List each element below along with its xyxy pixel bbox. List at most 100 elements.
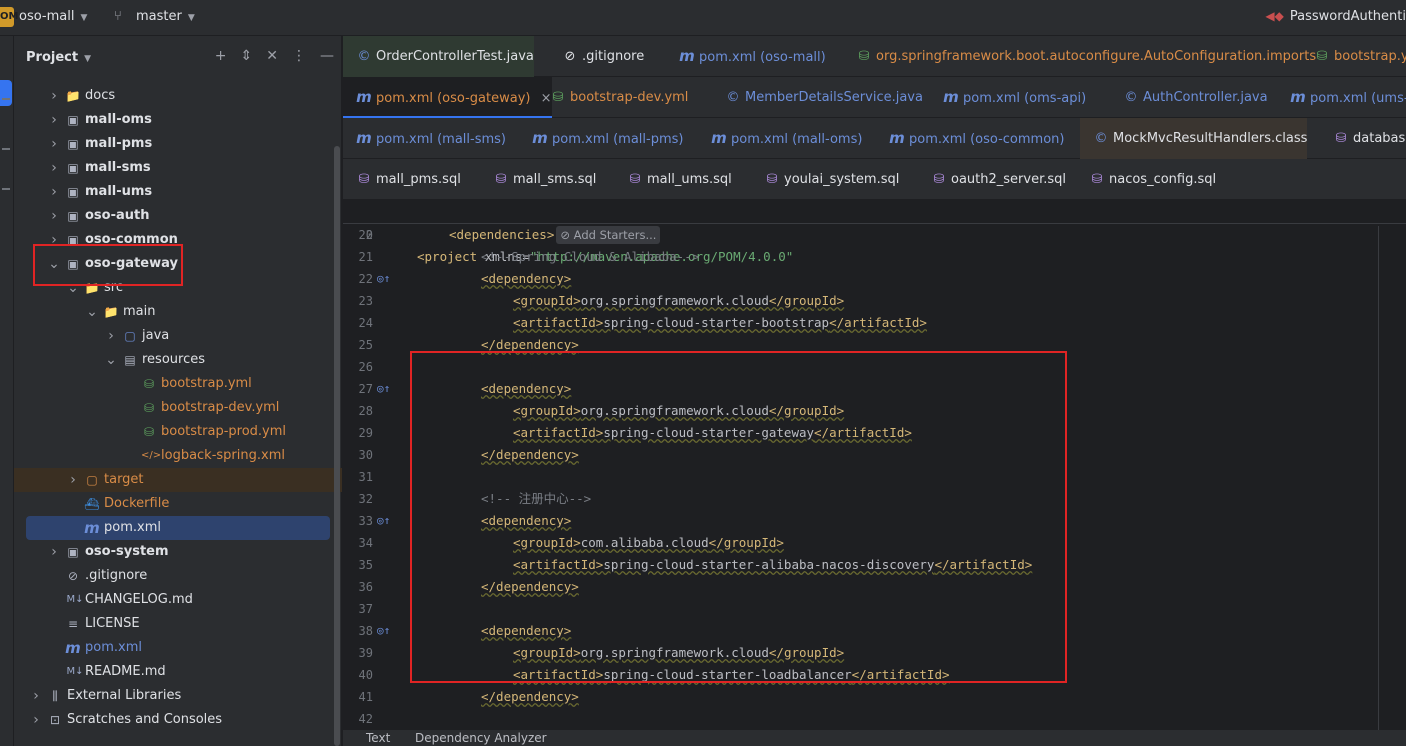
text-tab[interactable]: Text: [366, 731, 390, 745]
editor-tab[interactable]: m pom.xml (mall-pms): [519, 118, 683, 159]
editor-tab[interactable]: ⛁ database: [1320, 118, 1406, 159]
tree-item-oso-system[interactable]: › ▣ oso-system: [14, 540, 342, 564]
chevron-down-icon[interactable]: ⌄: [86, 300, 98, 324]
tree-item-java[interactable]: › ▢ java: [14, 324, 342, 348]
chevron-right-icon[interactable]: ›: [30, 708, 42, 732]
editor-tab[interactable]: m pom.xml (oms-api): [930, 77, 1086, 118]
tree-item--gitignore[interactable]: ⊘ .gitignore: [14, 564, 342, 588]
tool-window-icon[interactable]: [2, 98, 10, 100]
override-gutter-icon[interactable]: ◎↑: [377, 378, 390, 400]
add-starters-chip[interactable]: ⊘ Add Starters...: [556, 226, 661, 244]
editor-tab[interactable]: ⛁ org.springframework.boot.autoconfigure.…: [843, 36, 1317, 77]
editor-tab[interactable]: ⛁ nacos_config.sql: [1076, 159, 1217, 200]
tab-label: mall_pms.sql: [376, 172, 461, 187]
line-number: 33: [358, 514, 373, 528]
editor-tab[interactable]: ⛁ mall_sms.sql: [480, 159, 597, 200]
tree-item-docs[interactable]: › 📁 docs: [14, 84, 342, 108]
minimize-icon[interactable]: —: [320, 48, 334, 64]
code-text: <groupId>org.springframework.cloud</grou…: [513, 293, 845, 308]
editor-tab[interactable]: ⛁ mall_pms.sql: [343, 159, 461, 200]
code-text: <dependency>: [481, 271, 572, 286]
editor-tab[interactable]: ⊘ .gitignore: [549, 36, 645, 77]
collapse-all-icon[interactable]: ✕: [266, 48, 278, 64]
editor-tab[interactable]: © MockMvcResultHandlers.class: [1080, 118, 1308, 159]
docker-icon: ⛴: [84, 497, 100, 511]
tree-item-changelog-md[interactable]: M↓ CHANGELOG.md: [14, 588, 342, 612]
branch-selector[interactable]: master ▼: [136, 9, 195, 24]
project-tool-button[interactable]: [0, 80, 12, 106]
override-gutter-icon[interactable]: ◎↑: [377, 510, 390, 532]
editor-tab[interactable]: ⛁ bootstrap.ym: [1301, 36, 1406, 77]
editor-tab[interactable]: ⛁ bootstrap-dev.yml: [537, 77, 689, 118]
tree-item-mall-ums[interactable]: › ▣ mall-ums: [14, 180, 342, 204]
chevron-down-icon: ▼: [187, 13, 195, 23]
editor-tab[interactable]: m pom.xml (oso-mall): [666, 36, 826, 77]
tree-item-scratches-and-consoles[interactable]: › ⊡ Scratches and Consoles: [14, 708, 342, 732]
commit-tool-icon[interactable]: [2, 148, 10, 150]
override-gutter-icon[interactable]: ◎↑: [377, 268, 390, 290]
line-number: 29: [358, 426, 373, 440]
chevron-right-icon[interactable]: ›: [67, 468, 79, 492]
project-view-selector[interactable]: Project ▼: [26, 50, 91, 65]
tree-item-bootstrap-prod-yml[interactable]: ⛁ bootstrap-prod.yml: [14, 420, 342, 444]
chevron-right-icon[interactable]: ›: [48, 180, 60, 204]
editor-tab[interactable]: m pom.xml (ums-a: [1277, 77, 1406, 118]
tree-item-pom-xml[interactable]: m pom.xml: [14, 636, 342, 660]
editor-tab[interactable]: m pom.xml (mall-oms): [698, 118, 862, 159]
tree-item-dockerfile[interactable]: ⛴ Dockerfile: [14, 492, 342, 516]
override-gutter-icon[interactable]: ◎↑: [377, 620, 390, 642]
chevron-right-icon[interactable]: ›: [48, 108, 60, 132]
editor-tab[interactable]: m pom.xml (mall-sms): [343, 118, 506, 159]
chevron-right-icon[interactable]: ›: [48, 132, 60, 156]
tree-scrollbar[interactable]: [334, 146, 340, 746]
editor-tab[interactable]: m pom.xml (oso-gateway) ×: [343, 77, 552, 118]
dependency-analyzer-tab[interactable]: Dependency Analyzer: [415, 731, 547, 745]
chevron-right-icon[interactable]: ›: [48, 84, 60, 108]
editor-tab[interactable]: m pom.xml (oso-common): [876, 118, 1064, 159]
editor-tab[interactable]: © MemberDetailsService.java: [712, 77, 923, 118]
editor-tab[interactable]: © AuthController.java: [1110, 77, 1268, 118]
editor-tab[interactable]: © OrderControllerTest.java: [343, 36, 534, 77]
editor-bottom-tabs: Text Dependency Analyzer: [343, 730, 1406, 746]
chevron-right-icon[interactable]: ›: [105, 324, 117, 348]
editor-tab[interactable]: ⛁ youlai_system.sql: [751, 159, 900, 200]
tree-item-mall-pms[interactable]: › ▣ mall-pms: [14, 132, 342, 156]
yaml-file-icon: ⛁: [1316, 49, 1328, 64]
tree-item-label: LICENSE: [85, 616, 140, 631]
expand-all-icon[interactable]: ⇕: [241, 48, 253, 64]
tree-item-target[interactable]: › ▢ target: [14, 468, 342, 492]
tree-item-logback-spring-xml[interactable]: </> logback-spring.xml: [14, 444, 342, 468]
sql-file-icon: ⛁: [1335, 131, 1347, 146]
editor-tab-row: ⛁ mall_pms.sql ⛁ mall_sms.sql ⛁ mall_ums.sql ⛁…: [343, 159, 1406, 200]
tree-item-pom-xml[interactable]: m pom.xml: [26, 516, 330, 540]
editor-area: © OrderControllerTest.java ⊘ .gitignore m pom…: [343, 36, 1406, 746]
module-folder-icon: ▣: [67, 545, 79, 559]
chevron-right-icon[interactable]: ›: [48, 204, 60, 228]
editor-tab[interactable]: ⛁ oauth2_server.sql: [918, 159, 1066, 200]
tree-item-main[interactable]: ⌄ 📁 main: [14, 300, 342, 324]
tree-item-license[interactable]: ≡ LICENSE: [14, 612, 342, 636]
chevron-right-icon[interactable]: ›: [48, 156, 60, 180]
project-selector[interactable]: oso-mall ▼: [19, 9, 87, 24]
tree-item-mall-oms[interactable]: › ▣ mall-oms: [14, 108, 342, 132]
structure-tool-icon[interactable]: [2, 188, 10, 190]
text-file-icon: ≡: [67, 617, 79, 631]
tree-item-readme-md[interactable]: M↓ README.md: [14, 660, 342, 684]
tree-item-bootstrap-yml[interactable]: ⛁ bootstrap.yml: [14, 372, 342, 396]
tree-item-label: mall-pms: [85, 136, 153, 151]
chevron-down-icon[interactable]: ⌄: [105, 348, 117, 372]
tree-item-label: pom.xml: [104, 520, 161, 535]
chevron-right-icon[interactable]: ›: [48, 540, 60, 564]
tree-item-resources[interactable]: ⌄ ▤ resources: [14, 348, 342, 372]
run-configuration-selector[interactable]: ◀◆ PasswordAuthenti: [1265, 9, 1406, 24]
tree-item-oso-auth[interactable]: › ▣ oso-auth: [14, 204, 342, 228]
tool-window-strip: [0, 36, 14, 746]
editor-tab[interactable]: ⛁ mall_ums.sql: [614, 159, 732, 200]
tree-item-external-libraries[interactable]: › ⫼ External Libraries: [14, 684, 342, 708]
tree-item-bootstrap-dev-yml[interactable]: ⛁ bootstrap-dev.yml: [14, 396, 342, 420]
tree-item-mall-sms[interactable]: › ▣ mall-sms: [14, 156, 342, 180]
chevron-right-icon[interactable]: ›: [30, 684, 42, 708]
more-options-icon[interactable]: ⋮: [292, 48, 306, 64]
add-icon[interactable]: +: [215, 48, 227, 64]
tab-label: database: [1353, 131, 1406, 146]
